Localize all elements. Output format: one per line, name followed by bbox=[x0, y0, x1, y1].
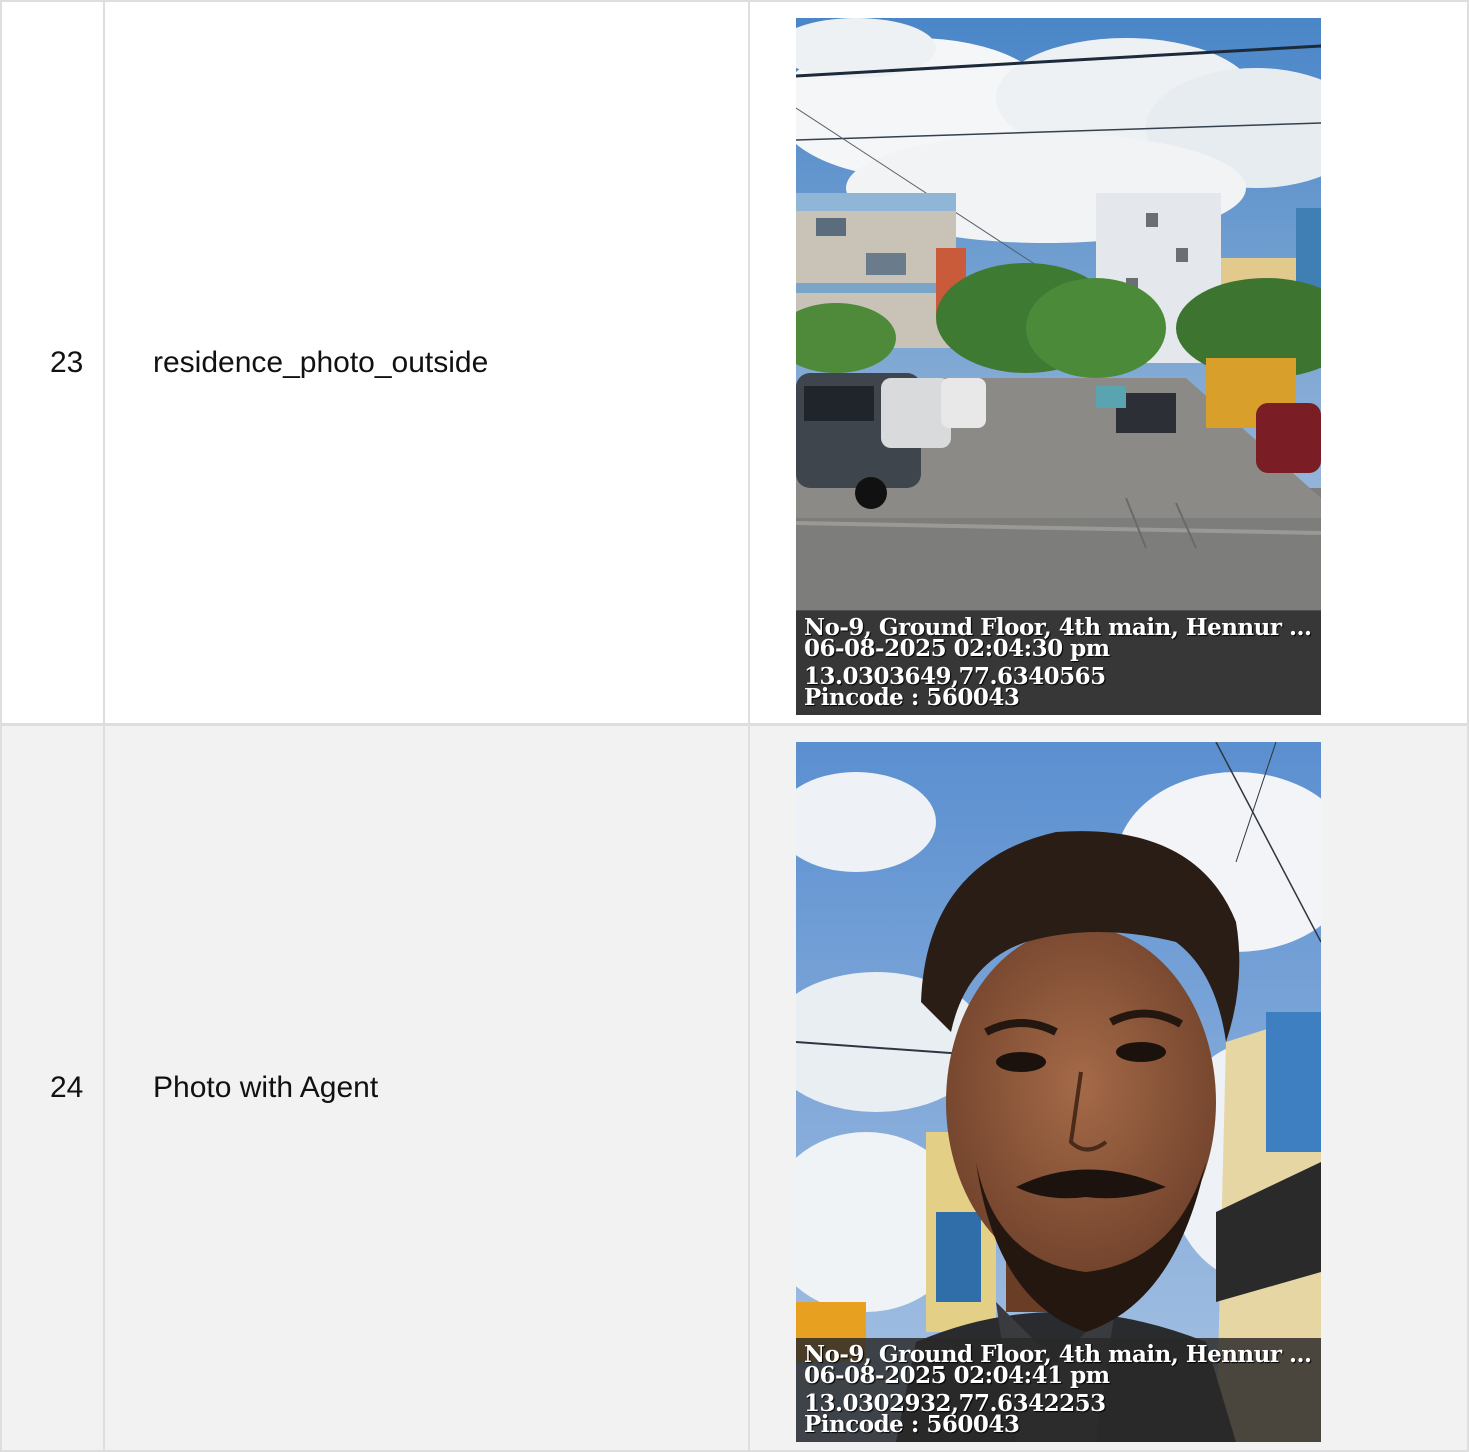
row-number: 23 bbox=[50, 345, 84, 379]
residence-photo[interactable]: No-9, Ground Floor, 4th main, Hennur ...… bbox=[796, 18, 1321, 715]
stamp-datetime: 06-08-2025 02:04:30 pm bbox=[804, 635, 1110, 662]
row-number: 24 bbox=[50, 1071, 84, 1104]
row-label: residence_photo_outside bbox=[153, 345, 489, 379]
row-number-cell: 24 bbox=[0, 724, 105, 1452]
row-label: Photo with Agent bbox=[153, 1071, 379, 1104]
photo-cell: No-9, Ground Floor, 4th main, Hennur ...… bbox=[748, 724, 1469, 1452]
row-number-cell: 23 bbox=[0, 0, 105, 725]
agent-selfie-image bbox=[796, 742, 1321, 1442]
table-row: 23 residence_photo_outside No-9, Ground … bbox=[0, 0, 1469, 725]
agent-photo[interactable]: No-9, Ground Floor, 4th main, Hennur ...… bbox=[796, 742, 1321, 1442]
table-row: 24 Photo with Agent No-9, Ground Floor, … bbox=[0, 724, 1469, 1452]
geotag-stamp: No-9, Ground Floor, 4th main, Hennur ...… bbox=[796, 1338, 1321, 1442]
photo-table: 23 residence_photo_outside No-9, Ground … bbox=[0, 0, 1469, 1452]
stamp-pincode: Pincode : 560043 bbox=[804, 1411, 1020, 1438]
row-label-cell: Photo with Agent bbox=[103, 724, 750, 1452]
stamp-datetime: 06-08-2025 02:04:41 pm bbox=[804, 1362, 1110, 1389]
photo-cell: No-9, Ground Floor, 4th main, Hennur ...… bbox=[748, 0, 1469, 725]
row-label-cell: residence_photo_outside bbox=[103, 0, 750, 725]
stamp-pincode: Pincode : 560043 bbox=[804, 684, 1020, 711]
geotag-stamp: No-9, Ground Floor, 4th main, Hennur ...… bbox=[796, 611, 1321, 715]
